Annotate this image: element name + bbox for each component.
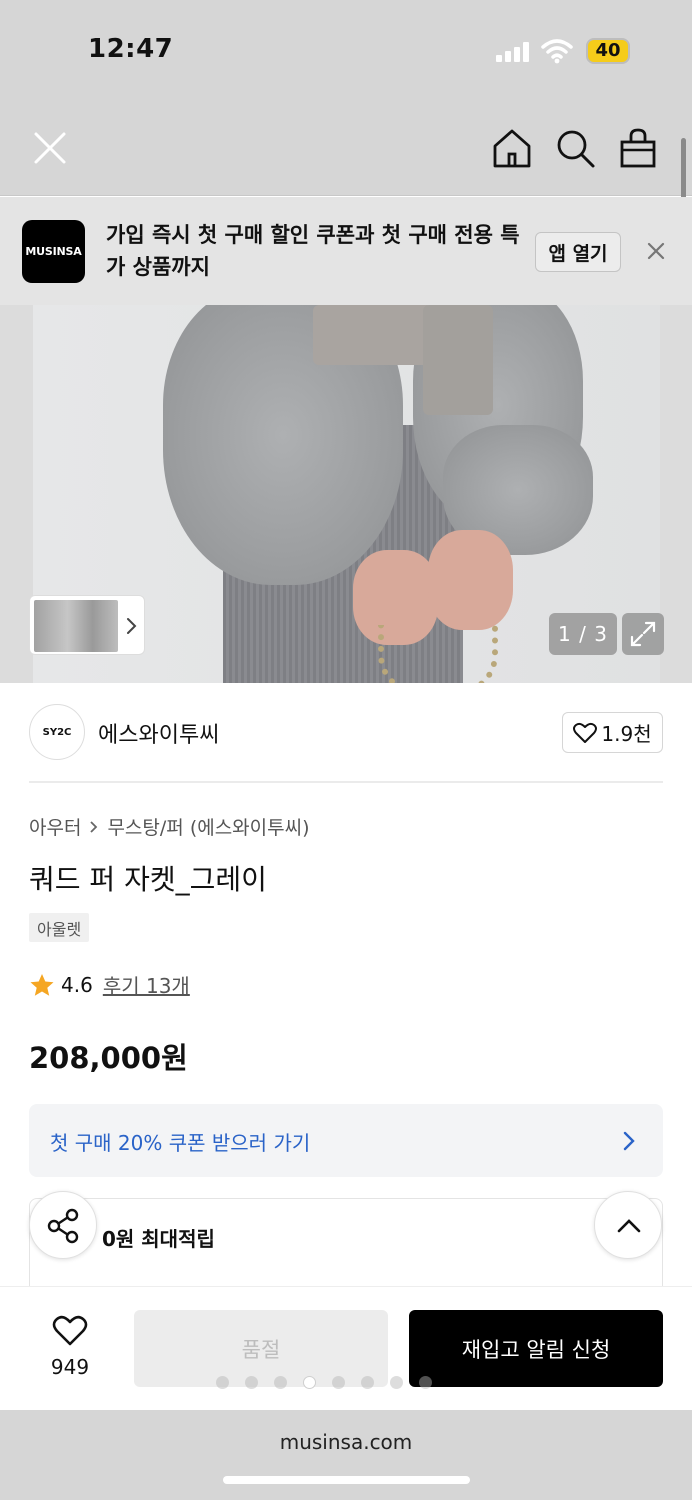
status-time: 12:47: [88, 34, 174, 64]
wifi-icon: [541, 39, 573, 64]
divider: [29, 781, 663, 783]
chevron-up-icon: [617, 1219, 641, 1233]
home-icon[interactable]: [488, 124, 536, 172]
points-section[interactable]: 0원 최대적립: [29, 1198, 663, 1298]
star-icon: [30, 973, 54, 996]
points-text: 0원 최대적립: [102, 1227, 215, 1251]
app-install-banner: MUSINSA 가입 즉시 첫 구매 할인 쿠폰과 첫 구매 전용 특가 상품까…: [0, 197, 692, 305]
coupon-text: 첫 구매 20% 쿠폰 받으러 가기: [50, 1131, 311, 1155]
thumbnail-strip[interactable]: [29, 595, 145, 655]
wishlist-button[interactable]: 949: [28, 1315, 112, 1385]
chevron-right-icon: [90, 820, 98, 833]
breadcrumb: 아우터 무스탕/퍼 (에스와이투씨): [29, 813, 310, 840]
wishlist-count: 949: [50, 1355, 90, 1379]
brand-row: SY2C 에스와이투씨 1.9천: [0, 683, 692, 783]
url-text[interactable]: musinsa.com: [0, 1430, 692, 1454]
product-title: 쿼드 퍼 자켓_그레이: [29, 863, 267, 896]
home-indicator: [223, 1476, 470, 1484]
status-bar: 12:47 40: [0, 0, 692, 100]
heart-icon: [573, 722, 598, 743]
search-icon[interactable]: [551, 124, 599, 172]
bottom-action-bar: 949 품절 재입고 알림 신청: [0, 1286, 692, 1410]
close-icon[interactable]: [642, 237, 670, 265]
thumbnail-image: [34, 600, 118, 652]
open-app-button[interactable]: 앱 열기: [535, 232, 621, 272]
heart-icon: [52, 1315, 88, 1346]
chevron-right-icon: [127, 618, 137, 634]
product-price: 208,000원: [29, 1041, 188, 1075]
share-button[interactable]: [29, 1191, 97, 1259]
first-purchase-coupon-banner[interactable]: 첫 구매 20% 쿠폰 받으러 가기: [29, 1104, 663, 1177]
cellular-signal-icon: [496, 42, 530, 62]
shopping-bag-icon[interactable]: [614, 124, 662, 172]
breadcrumb-subcategory[interactable]: 무스탕/퍼 (에스와이투씨): [107, 813, 309, 840]
chevron-right-icon: [623, 1131, 635, 1151]
brand-logo[interactable]: SY2C: [29, 704, 85, 760]
image-counter: 1 / 3: [549, 613, 617, 655]
breadcrumb-category[interactable]: 아우터: [29, 813, 81, 840]
browser-url-bar: musinsa.com: [0, 1410, 692, 1500]
brand-like-button[interactable]: 1.9천: [562, 712, 663, 753]
restock-alert-button[interactable]: 재입고 알림 신청: [409, 1310, 663, 1387]
close-icon[interactable]: [26, 124, 74, 172]
expand-icon[interactable]: [622, 613, 664, 655]
top-nav-bar: [0, 100, 692, 196]
review-link[interactable]: 후기 13개: [103, 970, 190, 999]
brand-like-count: 1.9천: [601, 722, 652, 746]
battery-indicator: 40: [586, 38, 630, 64]
banner-text: 가입 즉시 첫 구매 할인 쿠폰과 첫 구매 전용 특가 상품까지: [106, 223, 520, 279]
scroll-to-top-button[interactable]: [594, 1191, 662, 1259]
musinsa-logo: MUSINSA: [22, 220, 85, 283]
page-dots: [216, 1376, 432, 1389]
share-icon: [47, 1208, 79, 1244]
brand-name[interactable]: 에스와이투씨: [98, 717, 219, 749]
rating-row: 4.6 후기 13개: [29, 970, 190, 999]
rating-value: 4.6: [61, 972, 93, 997]
outlet-tag: 아울렛: [29, 913, 90, 942]
